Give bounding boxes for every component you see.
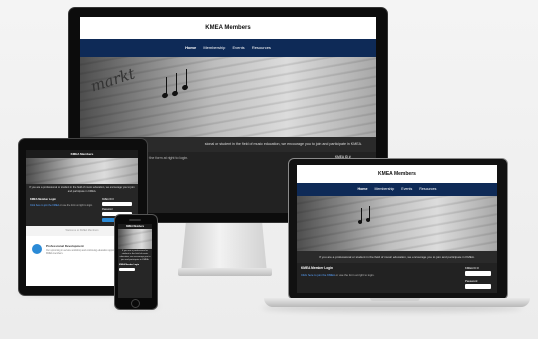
tablet-site-title: KMEA Members	[70, 152, 94, 156]
phone-hero-image	[118, 229, 152, 249]
note-head	[161, 92, 169, 99]
laptop-site-title: KMEA Members	[378, 171, 416, 177]
phone-login-title: KMEA Member Login	[119, 264, 140, 266]
tablet-username-label: KMEA ID #	[102, 198, 114, 201]
phone-speaker	[129, 219, 141, 221]
tablet-section-title: Professional Development	[46, 244, 84, 248]
laptop-nav-events[interactable]: Events	[401, 187, 412, 191]
phone-home-button[interactable]	[131, 299, 140, 308]
phone-intro-text: If you are a professional or student in …	[118, 249, 152, 263]
laptop-username-field[interactable]	[465, 271, 491, 276]
tablet-username-field[interactable]	[102, 202, 132, 206]
laptop-nav-home[interactable]: Home	[358, 187, 368, 191]
tablet-intro-text: If you are a professional or student in …	[26, 184, 138, 196]
note-head	[357, 219, 363, 225]
imac-nav-events[interactable]: Events	[232, 45, 244, 50]
note-head	[181, 84, 189, 91]
tablet-section-icon	[32, 244, 42, 254]
laptop-intro-text: If you are a professional or student in …	[297, 251, 497, 263]
imac-login-prompt: Use the form at right to login.	[142, 156, 189, 160]
imac-hero-word: markt	[88, 64, 138, 96]
imac-nav-resources[interactable]: Resources	[252, 45, 271, 50]
note-head	[171, 90, 179, 97]
laptop-login-area: KMEA Member Login Click here to join the…	[297, 263, 497, 293]
laptop-nav-membership[interactable]: Membership	[375, 187, 395, 191]
phone-site-title: KMEA Members	[125, 225, 145, 228]
tablet-login-title: KMEA Member Login	[30, 198, 56, 201]
phone-username-field[interactable]	[119, 268, 135, 271]
laptop-login-text: Click here to join the KMEA or use the f…	[301, 273, 374, 277]
imac-site-title: KMEA Members	[205, 25, 251, 31]
tablet-site-header: KMEA Members	[26, 150, 138, 158]
imac-nav-bar: Home Membership Events Resources	[80, 39, 376, 57]
tablet-login-text: Click here to join the KMEA or use the f…	[30, 204, 93, 207]
laptop-password-field[interactable]	[465, 284, 491, 289]
imac-hero-image: markt	[80, 57, 376, 137]
tablet-hero-image	[26, 158, 138, 184]
laptop-site-header: KMEA Members	[297, 165, 497, 183]
tablet-join-link[interactable]: Click here to join the KMEA	[30, 204, 59, 207]
imac-intro-span: sional or student in the field of music …	[204, 142, 362, 146]
laptop-screen: KMEA Members Home Membership Events Reso…	[297, 165, 497, 293]
laptop-hero-image	[297, 196, 497, 251]
laptop-login-rest: or use the form at right to login.	[335, 273, 375, 277]
laptop-username-label: KMEA ID #	[465, 266, 479, 270]
imac-stand	[181, 219, 267, 273]
laptop-join-link[interactable]: Click here to join the KMEA	[301, 273, 335, 277]
phone-screen: KMEA Members If you are a professional o…	[118, 224, 152, 298]
imac-nav-membership[interactable]: Membership	[203, 45, 225, 50]
imac-nav-home[interactable]: Home	[185, 45, 196, 50]
imac-stand-base	[178, 268, 272, 276]
laptop-password-label: Password	[465, 279, 478, 283]
laptop-nav-resources[interactable]: Resources	[419, 187, 436, 191]
imac-site-header: KMEA Members	[80, 17, 376, 39]
tablet-welcome-text: Welcome to KMEA Members	[65, 229, 99, 232]
tablet-login-rest: or use the form at right to login.	[59, 204, 93, 207]
laptop-login-title: KMEA Member Login	[301, 266, 333, 270]
laptop-nav-bar: Home Membership Events Resources	[297, 183, 497, 196]
tablet-password-label: Password	[102, 208, 113, 211]
laptop-notch	[370, 298, 420, 301]
note-head	[365, 217, 371, 223]
